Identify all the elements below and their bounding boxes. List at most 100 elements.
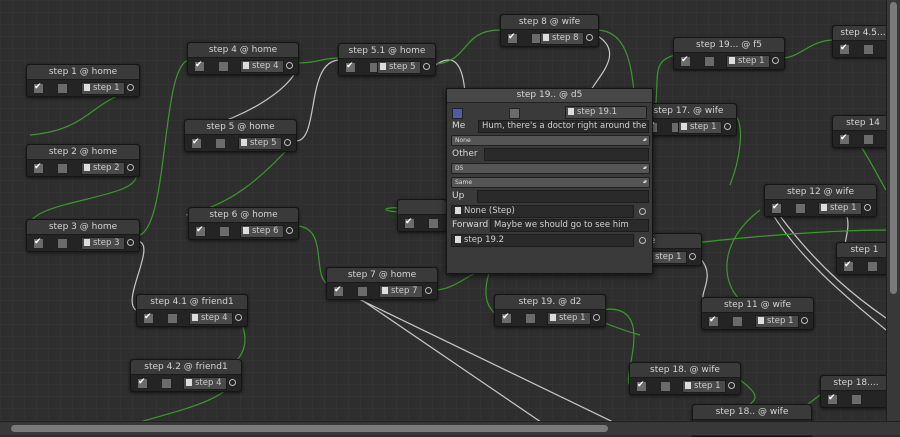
option-checkbox[interactable] bbox=[57, 163, 68, 174]
node-title[interactable]: step 7 @ home bbox=[327, 268, 437, 283]
option-checkbox[interactable] bbox=[851, 394, 862, 405]
enabled-checkbox[interactable] bbox=[501, 311, 512, 324]
same-select[interactable]: Same bbox=[451, 177, 650, 188]
enabled-checkbox[interactable] bbox=[191, 136, 202, 149]
graph-node[interactable]: step 7 @ home step 7 bbox=[326, 267, 438, 300]
option-checkbox[interactable] bbox=[57, 83, 68, 94]
graph-node[interactable]: step 11 @ wife step 1 bbox=[701, 297, 814, 330]
enabled-checkbox[interactable] bbox=[771, 201, 782, 214]
node-title[interactable]: step 5.1 @ home bbox=[339, 44, 435, 59]
node-title[interactable]: step 18. @ wife bbox=[630, 363, 740, 378]
option-checkbox[interactable] bbox=[732, 316, 743, 327]
graph-node[interactable]: step 6 @ home step 6 bbox=[188, 207, 299, 240]
option-checkbox[interactable] bbox=[219, 226, 230, 237]
option-checkbox[interactable] bbox=[215, 138, 226, 149]
enabled-checkbox[interactable] bbox=[708, 314, 719, 327]
graph-node[interactable]: step 19... @ f5 step 1 bbox=[673, 37, 785, 70]
next-step-field[interactable]: step 6 bbox=[240, 225, 284, 238]
graph-node[interactable]: step 4.5... bbox=[832, 25, 894, 58]
output-connector[interactable] bbox=[772, 57, 779, 64]
next-step-field[interactable]: step 1 bbox=[678, 121, 722, 134]
option-checkbox[interactable] bbox=[57, 238, 68, 249]
graph-node[interactable]: step 1 bbox=[836, 242, 893, 275]
output-connector[interactable] bbox=[728, 382, 735, 389]
enabled-checkbox[interactable] bbox=[137, 376, 148, 389]
node-title[interactable]: step 11 @ wife bbox=[702, 298, 813, 313]
enabled-checkbox[interactable] bbox=[194, 59, 205, 72]
output-connector[interactable] bbox=[127, 239, 134, 246]
graph-node[interactable]: step 1 @ home step 1 bbox=[26, 64, 140, 97]
option-checkbox[interactable] bbox=[704, 56, 715, 67]
enabled-checkbox[interactable] bbox=[333, 284, 344, 297]
option-checkbox[interactable] bbox=[218, 61, 229, 72]
output-connector[interactable] bbox=[801, 317, 808, 324]
node-title[interactable] bbox=[398, 200, 446, 215]
vertical-scroll-thumb[interactable] bbox=[890, 2, 897, 294]
other-select[interactable]: D5 bbox=[451, 163, 650, 174]
output-connector[interactable] bbox=[229, 379, 236, 386]
output-connector[interactable] bbox=[586, 34, 593, 41]
node-title[interactable]: step 12 @ wife bbox=[765, 185, 876, 200]
next-step-field[interactable]: step 3 bbox=[81, 237, 125, 250]
graph-node[interactable] bbox=[397, 199, 447, 232]
node-title[interactable]: step 17. @ wife bbox=[641, 104, 736, 119]
option-checkbox[interactable] bbox=[161, 378, 172, 389]
inspector-step-field[interactable]: step 19.1 bbox=[565, 106, 647, 119]
node-title[interactable]: step 19... @ f5 bbox=[674, 38, 784, 53]
next-step-field[interactable]: step 5 bbox=[238, 137, 282, 150]
enabled-checkbox[interactable] bbox=[636, 379, 647, 392]
node-title[interactable]: step 4.5... bbox=[833, 26, 893, 41]
option-checkbox[interactable] bbox=[167, 313, 178, 324]
graph-node[interactable]: step 8 @ wife step 8 bbox=[500, 14, 599, 47]
inspector-checkbox[interactable] bbox=[509, 108, 520, 119]
node-title[interactable]: step 6 @ home bbox=[189, 208, 298, 223]
next-step-field[interactable]: step 4 bbox=[189, 312, 233, 325]
next-step-field[interactable]: step 4 bbox=[240, 60, 284, 73]
enabled-checkbox[interactable] bbox=[507, 31, 518, 44]
node-title[interactable]: step 5 @ home bbox=[185, 120, 296, 135]
node-title[interactable]: step 18.. @ wife bbox=[693, 405, 811, 420]
me-select[interactable]: None bbox=[451, 135, 650, 146]
option-checkbox[interactable] bbox=[795, 203, 806, 214]
node-title[interactable]: step 3 @ home bbox=[27, 220, 139, 235]
enabled-checkbox[interactable] bbox=[404, 216, 415, 229]
enabled-checkbox[interactable] bbox=[839, 42, 850, 55]
output-connector[interactable] bbox=[286, 227, 293, 234]
enabled-checkbox[interactable] bbox=[843, 259, 854, 272]
forward-step-field[interactable]: step 19.2 bbox=[451, 234, 634, 247]
node-title[interactable]: step 1 bbox=[837, 243, 892, 258]
output-connector[interactable] bbox=[689, 253, 696, 260]
horizontal-scrollbar[interactable] bbox=[0, 421, 900, 435]
graph-node[interactable]: step 14 bbox=[832, 115, 894, 148]
output-connector[interactable] bbox=[423, 63, 430, 70]
graph-node[interactable]: step 5.1 @ home step 5 bbox=[338, 43, 436, 76]
forward-connector[interactable] bbox=[639, 237, 646, 244]
enabled-checkbox[interactable] bbox=[195, 224, 206, 237]
next-step-field[interactable]: step 7 bbox=[379, 285, 423, 298]
option-checkbox[interactable] bbox=[660, 381, 671, 392]
next-step-field[interactable]: step 1 bbox=[755, 315, 799, 328]
option-checkbox[interactable] bbox=[357, 286, 368, 297]
option-checkbox[interactable] bbox=[428, 218, 439, 229]
enabled-checkbox[interactable] bbox=[680, 54, 691, 67]
output-connector[interactable] bbox=[127, 164, 134, 171]
node-title[interactable]: step 19. @ d2 bbox=[495, 295, 605, 310]
enabled-checkbox[interactable] bbox=[33, 81, 44, 94]
option-checkbox[interactable] bbox=[863, 134, 874, 145]
graph-node[interactable]: step 3 @ home step 3 bbox=[26, 219, 140, 252]
vertical-scrollbar[interactable] bbox=[886, 0, 900, 422]
next-step-field[interactable]: step 2 bbox=[81, 162, 125, 175]
graph-node[interactable]: step 2 @ home step 2 bbox=[26, 144, 140, 177]
graph-node[interactable]: step 4.1 @ friend1 step 4 bbox=[136, 294, 248, 327]
next-step-field[interactable]: step 1 bbox=[726, 55, 770, 68]
enabled-checkbox[interactable] bbox=[33, 236, 44, 249]
enabled-checkbox[interactable] bbox=[839, 132, 850, 145]
forward-text-input[interactable]: Maybe we should go to see him bbox=[490, 219, 649, 232]
enabled-checkbox[interactable] bbox=[827, 392, 838, 405]
next-step-field[interactable]: step 4 bbox=[183, 377, 227, 390]
up-text-input[interactable] bbox=[477, 190, 649, 203]
output-connector[interactable] bbox=[284, 139, 291, 146]
node-title[interactable]: step 14 bbox=[833, 116, 893, 131]
graph-node[interactable]: step 17. @ wife step 1 bbox=[640, 103, 737, 136]
enabled-checkbox[interactable] bbox=[345, 60, 356, 73]
